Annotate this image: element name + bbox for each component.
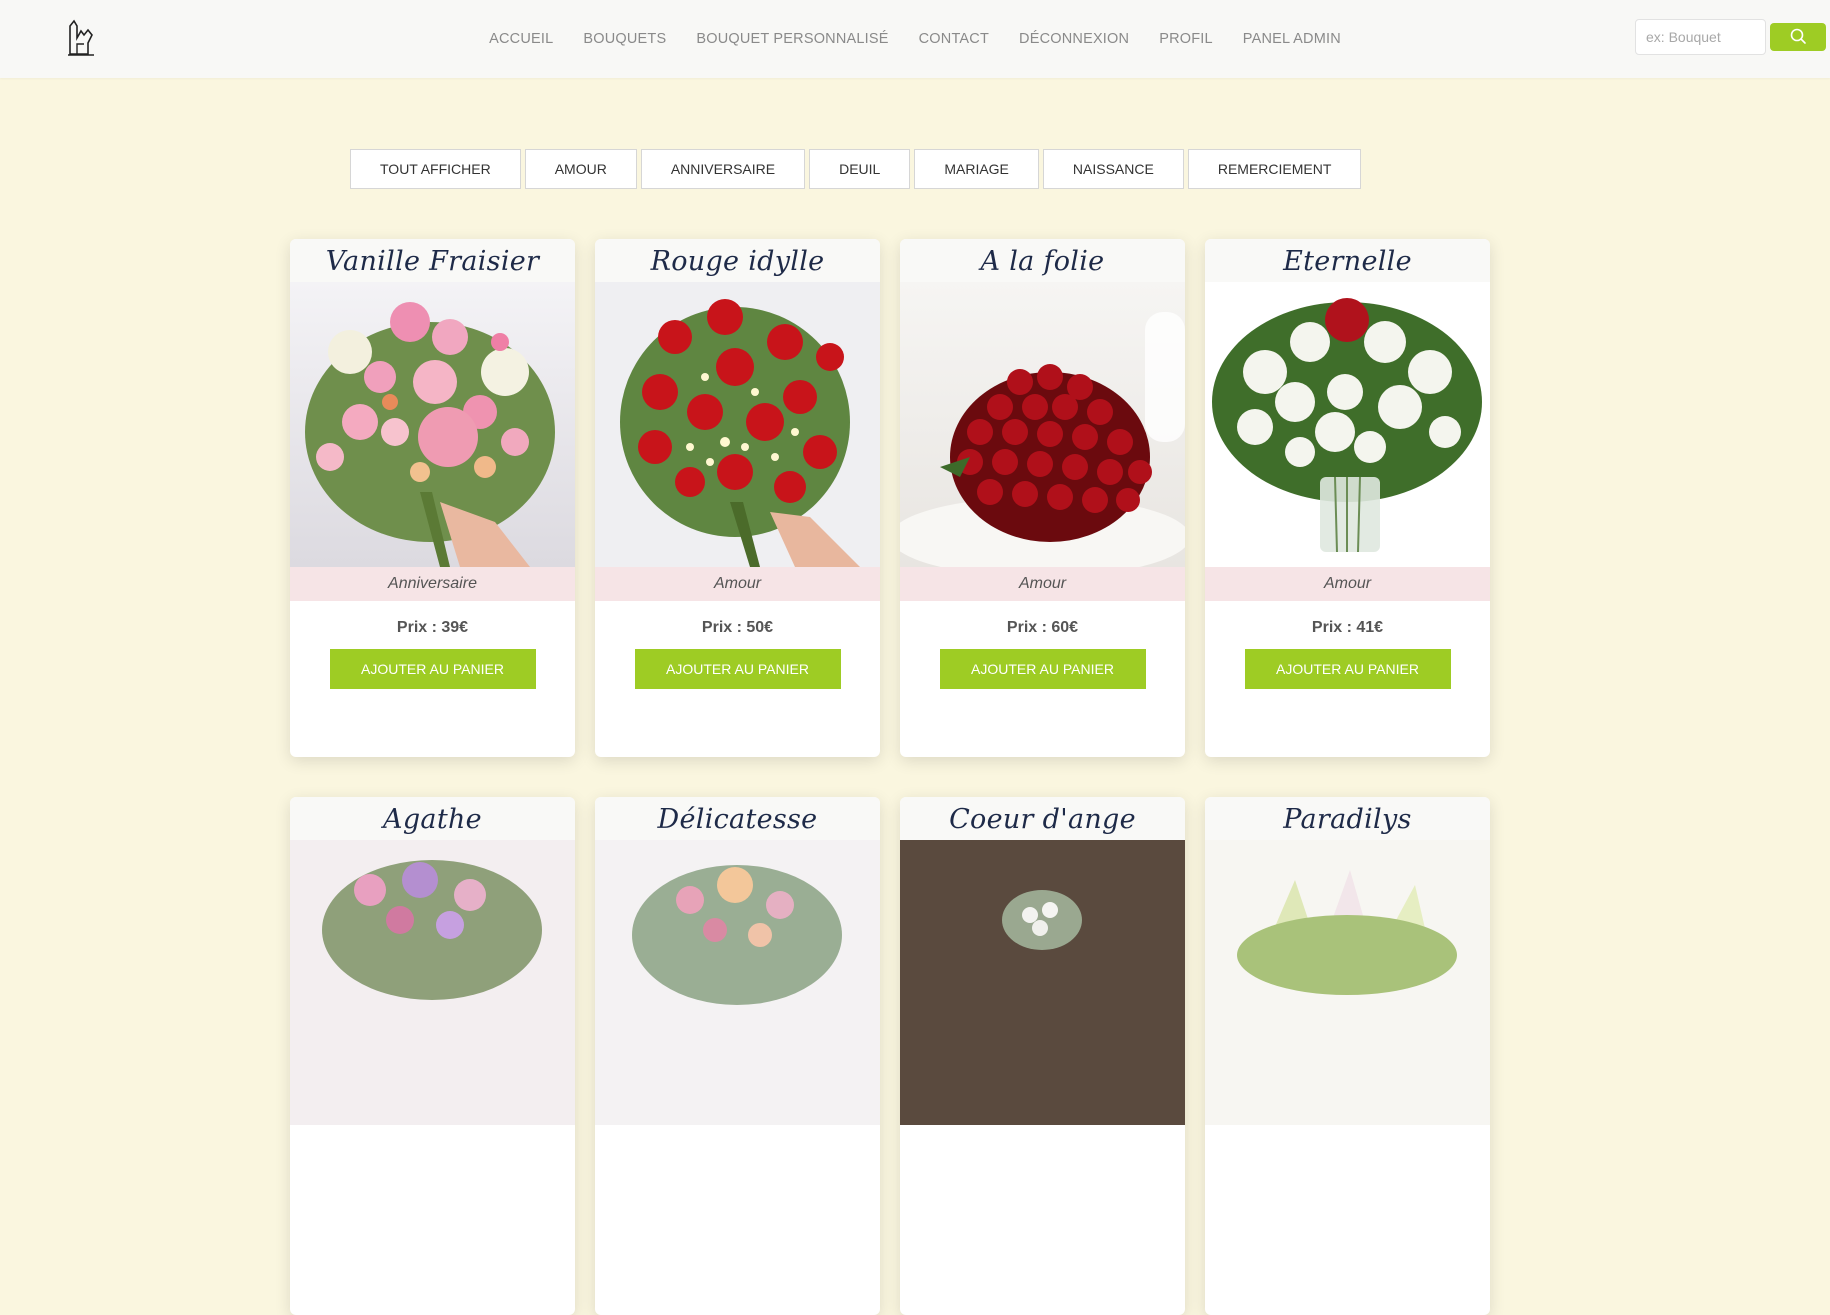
top-navbar: ACCUEIL BOUQUETS BOUQUET PERSONNALISÉ CO… bbox=[0, 0, 1830, 78]
product-image[interactable] bbox=[1205, 840, 1490, 1125]
product-title: Rouge idylle bbox=[595, 239, 880, 282]
nav-deconnexion[interactable]: DÉCONNEXION bbox=[1019, 31, 1129, 47]
nav-bouquets[interactable]: BOUQUETS bbox=[583, 31, 666, 47]
product-card: Eternelle Amour Prix : 41€ AJOUTER AU PA… bbox=[1205, 239, 1490, 757]
add-to-cart-button[interactable]: AJOUTER AU PANIER bbox=[1244, 649, 1451, 689]
add-to-cart-button[interactable]: AJOUTER AU PANIER bbox=[329, 649, 536, 689]
product-image[interactable] bbox=[595, 282, 880, 567]
product-price: Prix : 60€ bbox=[1006, 619, 1079, 636]
logo-icon[interactable] bbox=[66, 18, 98, 58]
product-category: Anniversaire bbox=[290, 567, 575, 601]
product-card: Agathe bbox=[290, 797, 575, 1315]
filter-amour[interactable]: AMOUR bbox=[524, 149, 637, 189]
product-title: Vanille Fraisier bbox=[290, 239, 575, 282]
add-to-cart-button[interactable]: AJOUTER AU PANIER bbox=[939, 649, 1146, 689]
product-price: Prix : 50€ bbox=[701, 619, 774, 636]
filter-tout-afficher[interactable]: TOUT AFFICHER bbox=[350, 149, 521, 189]
nav-panel-admin[interactable]: PANEL ADMIN bbox=[1243, 31, 1341, 47]
product-category: Amour bbox=[595, 567, 880, 601]
search-icon bbox=[1789, 27, 1807, 48]
nav-contact[interactable]: CONTACT bbox=[919, 31, 989, 47]
filter-deuil[interactable]: DEUIL bbox=[809, 149, 911, 189]
product-card: Rouge idylle Amour Prix: 50€ AJOUTER AU… bbox=[595, 239, 880, 757]
product-title: Agathe bbox=[290, 797, 575, 840]
nav-bouquet-personnalise[interactable]: BOUQUET PERSONNALISÉ bbox=[696, 31, 888, 47]
product-card: Délicatesse bbox=[595, 797, 880, 1315]
product-image[interactable] bbox=[1205, 282, 1490, 567]
filter-anniversaire[interactable]: ANNIVERSAIRE bbox=[640, 149, 806, 189]
product-title: Délicatesse bbox=[595, 797, 880, 840]
product-image[interactable] bbox=[290, 840, 575, 1125]
product-image[interactable] bbox=[290, 282, 575, 567]
product-card: Paradilys bbox=[1205, 797, 1490, 1315]
search-button[interactable] bbox=[1770, 23, 1826, 51]
product-card: A la folie Amour Prix: 60€ AJOUTER AU P… bbox=[900, 239, 1185, 757]
product-image[interactable] bbox=[900, 840, 1185, 1125]
product-title: Paradilys bbox=[1205, 797, 1490, 840]
product-card: Vanille Fraisier Anniversaire Prix: 39€… bbox=[290, 239, 575, 757]
filter-remerciement[interactable]: REMERCIEMENT bbox=[1187, 149, 1362, 189]
main-nav: ACCUEIL BOUQUETS BOUQUET PERSONNALISÉ CO… bbox=[0, 0, 1830, 78]
filter-mariage[interactable]: MARIAGE bbox=[914, 149, 1039, 189]
product-grid: Vanille Fraisier Anniversaire Prix: 39€… bbox=[290, 239, 1490, 1315]
product-price: Prix : 39€ bbox=[396, 619, 469, 636]
product-title: Coeur d'ange bbox=[900, 797, 1185, 840]
product-category: Amour bbox=[900, 567, 1185, 601]
product-title: A la folie bbox=[900, 239, 1185, 282]
product-category: Amour bbox=[1205, 567, 1490, 601]
product-image[interactable] bbox=[595, 840, 880, 1125]
filter-naissance[interactable]: NAISSANCE bbox=[1042, 149, 1184, 189]
product-title: Eternelle bbox=[1205, 239, 1490, 282]
search-bar bbox=[1635, 19, 1830, 55]
nav-accueil[interactable]: ACCUEIL bbox=[489, 31, 553, 47]
nav-profil[interactable]: PROFIL bbox=[1159, 31, 1213, 47]
search-input[interactable] bbox=[1635, 19, 1766, 55]
add-to-cart-button[interactable]: AJOUTER AU PANIER bbox=[634, 649, 841, 689]
category-filters: TOUT AFFICHER AMOUR ANNIVERSAIRE DEUIL M… bbox=[350, 149, 1362, 189]
product-card: Coeur d'ange bbox=[900, 797, 1185, 1315]
product-image[interactable] bbox=[900, 282, 1185, 567]
product-price: Prix : 41€ bbox=[1311, 619, 1384, 636]
